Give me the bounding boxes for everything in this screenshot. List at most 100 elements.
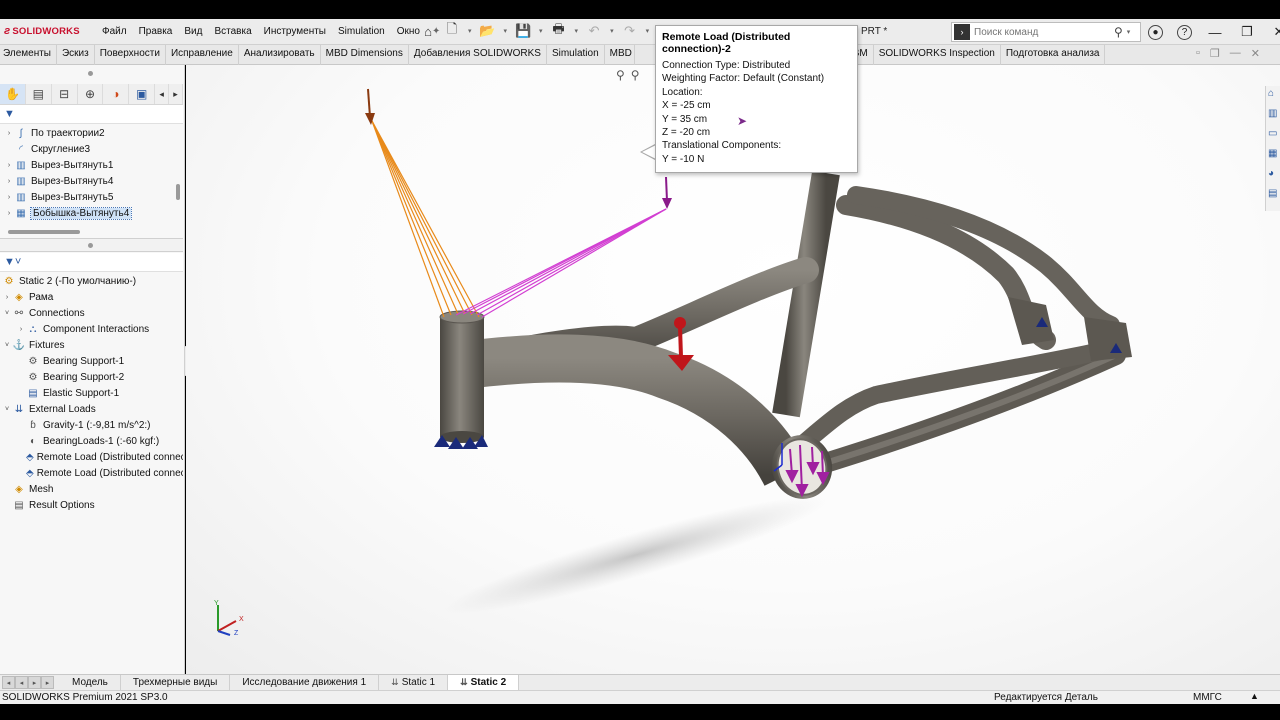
menu-simulation[interactable]: Simulation [332, 26, 391, 37]
design-library-icon[interactable]: ▥ [1268, 108, 1280, 122]
filter-icon[interactable]: ▼ [4, 108, 15, 120]
tree-item[interactable]: › ▥ Вырез-Вытянуть4 [4, 173, 114, 189]
tree-item[interactable]: ˅ ⇊ External Loads [2, 401, 96, 417]
dropdown-icon[interactable]: ▾ [539, 27, 543, 35]
tab-sketch[interactable]: Эскиз [57, 45, 95, 65]
expand-icon[interactable]: › [4, 194, 14, 201]
property-manager-icon[interactable]: ⊟ [52, 84, 78, 104]
close-icon[interactable]: ✕ [1270, 23, 1280, 41]
search-input[interactable] [974, 26, 1114, 38]
appearance-icon[interactable]: ◑ [103, 84, 130, 104]
tree-item[interactable]: ⚙ Bearing Support-2 [26, 369, 125, 385]
expand-icon[interactable]: › [2, 294, 12, 301]
tab-analysis-prep[interactable]: Подготовка анализа [1001, 45, 1106, 65]
first-tab-icon[interactable]: ◂ [2, 676, 15, 689]
custom-properties-icon[interactable]: ▤ [1268, 188, 1280, 202]
configuration-manager-icon[interactable]: ⊕ [78, 84, 104, 104]
menu-tools[interactable]: Инструменты [258, 26, 332, 37]
next-tab-icon[interactable]: ▸ [28, 676, 41, 689]
tab-simulation[interactable]: Simulation [547, 45, 605, 65]
tree-item[interactable]: ⬘ Remote Load (Distributed connection)-2 [26, 465, 183, 481]
tile-icon[interactable]: ▫ [1196, 47, 1200, 60]
minimize-icon[interactable]: — [1206, 23, 1224, 41]
expand-icon[interactable]: › [4, 162, 14, 169]
tree-vertical-scrollbar[interactable] [176, 184, 180, 200]
appearances-icon[interactable]: ◕ [1268, 168, 1280, 182]
dropdown-icon[interactable]: ▾ [575, 27, 579, 35]
tab-features[interactable]: Элементы [0, 45, 57, 65]
expand-icon[interactable]: › [4, 210, 14, 217]
feature-manager-icon[interactable]: ▤ [26, 84, 52, 104]
splitter-grip[interactable] [88, 243, 93, 248]
last-tab-icon[interactable]: ▸ [41, 676, 54, 689]
tab-model[interactable]: Модель [60, 674, 121, 691]
tab-mbd[interactable]: MBD [605, 45, 635, 65]
save-icon[interactable]: 💾 [515, 22, 531, 40]
tab-repair[interactable]: Исправление [166, 45, 239, 65]
tree-item[interactable]: › ▥ Вырез-Вытянуть5 [4, 189, 114, 205]
tree-item[interactable]: ˅ ⚯ Connections [2, 305, 85, 321]
search-icon[interactable]: ⚲ [1114, 25, 1123, 39]
open-icon[interactable]: 📂 [479, 22, 495, 40]
new-document-icon[interactable]: 🗋 [444, 21, 460, 40]
restore-doc-icon[interactable]: ❐ [1210, 47, 1220, 60]
prev-tab-icon[interactable]: ◂ [15, 676, 28, 689]
filter-icon[interactable]: ▼˅ [4, 256, 21, 268]
minimize-doc-icon[interactable]: — [1230, 47, 1241, 60]
tree-item[interactable]: ˅ ⚓ Fixtures [2, 337, 65, 353]
menu-insert[interactable]: Вставка [208, 26, 257, 37]
study-filter[interactable]: ▼˅ [0, 253, 183, 272]
tree-item[interactable]: › ⛬ Component Interactions [16, 321, 149, 337]
scroll-right-icon[interactable]: ▸ [169, 84, 183, 104]
tab-surfaces[interactable]: Поверхности [95, 45, 166, 65]
expand-icon[interactable]: › [4, 130, 14, 137]
home-icon[interactable]: ⌂ [420, 22, 436, 40]
scroll-left-icon[interactable]: ◂ [155, 84, 170, 104]
resources-icon[interactable]: ⌂ [1268, 88, 1280, 102]
collapse-icon[interactable]: ˅ [2, 342, 12, 349]
tree-item[interactable]: › ▥ Вырез-Вытянуть1 [4, 157, 114, 173]
solidworks-logo[interactable]: ƨ SOLIDWORKS [4, 25, 80, 37]
tree-item[interactable]: ⬘ Remote Load (Distributed connection)-1 [26, 449, 183, 465]
tree-item[interactable]: ɓ Gravity-1 (:-9,81 m/s^2:) [26, 417, 150, 433]
tree-item[interactable]: ◜ Скругление3 [4, 141, 90, 157]
study-root[interactable]: ⚙ Static 2 (-По умолчанию-) [2, 273, 137, 289]
search-dropdown-icon[interactable]: ▾ [1127, 28, 1131, 36]
units-dropdown-icon[interactable]: ▲ [1250, 691, 1259, 701]
collapse-icon[interactable]: ˅ [2, 310, 12, 317]
tab-evaluate[interactable]: Анализировать [239, 45, 321, 65]
unit-system[interactable]: ММГС [1193, 692, 1222, 703]
tree-item[interactable]: ⚙ Bearing Support-1 [26, 353, 125, 369]
user-icon[interactable]: ● [1148, 24, 1163, 40]
tree-item[interactable]: ◐ BearingLoads-1 (:-60 kgf:) [26, 433, 159, 449]
tab-motion-study[interactable]: Исследование движения 1 [230, 674, 380, 691]
tab-static-2[interactable]: ⇊ Static 2 [448, 674, 520, 691]
view-palette-icon[interactable]: ▦ [1268, 148, 1280, 162]
tree-item[interactable]: › ◈ Рама [2, 289, 54, 305]
dropdown-icon[interactable]: ▾ [646, 27, 650, 35]
simulation-manager-icon[interactable]: ✋ [0, 84, 26, 104]
expand-icon[interactable]: › [4, 178, 14, 185]
tab-static-1[interactable]: ⇊ Static 1 [379, 674, 449, 691]
panel-grip[interactable] [88, 71, 93, 76]
menu-edit[interactable]: Правка [133, 26, 179, 37]
tab-addins[interactable]: Добавления SOLIDWORKS [409, 45, 547, 65]
zoom-area-icon[interactable]: ⚲ [631, 68, 640, 82]
print-icon[interactable]: 🖶 [551, 21, 567, 40]
tree-item[interactable]: ▤ Result Options [12, 497, 94, 513]
tree-item[interactable]: ▤ Elastic Support-1 [26, 385, 119, 401]
restore-icon[interactable]: ❐ [1238, 23, 1256, 41]
collapse-icon[interactable]: ˅ [2, 406, 12, 413]
help-icon[interactable]: ? [1177, 24, 1192, 40]
menu-file[interactable]: Файл [96, 26, 133, 37]
tab-mbd-dimensions[interactable]: MBD Dimensions [321, 45, 409, 65]
command-search[interactable]: › ⚲ ▾ [951, 22, 1141, 42]
zoom-to-fit-icon[interactable]: ⚲ [616, 68, 625, 82]
dropdown-icon[interactable]: ▾ [504, 27, 508, 35]
dropdown-icon[interactable]: ▾ [468, 27, 472, 35]
tab-inspection[interactable]: SOLIDWORKS Inspection [874, 45, 1001, 65]
tree-item-selected[interactable]: › ▦ Бобышка-Вытянуть4 [4, 205, 133, 221]
dropdown-icon[interactable]: ▾ [610, 27, 614, 35]
cam-icon[interactable]: ▣ [129, 84, 156, 104]
tree-horizontal-scrollbar[interactable] [8, 230, 80, 234]
